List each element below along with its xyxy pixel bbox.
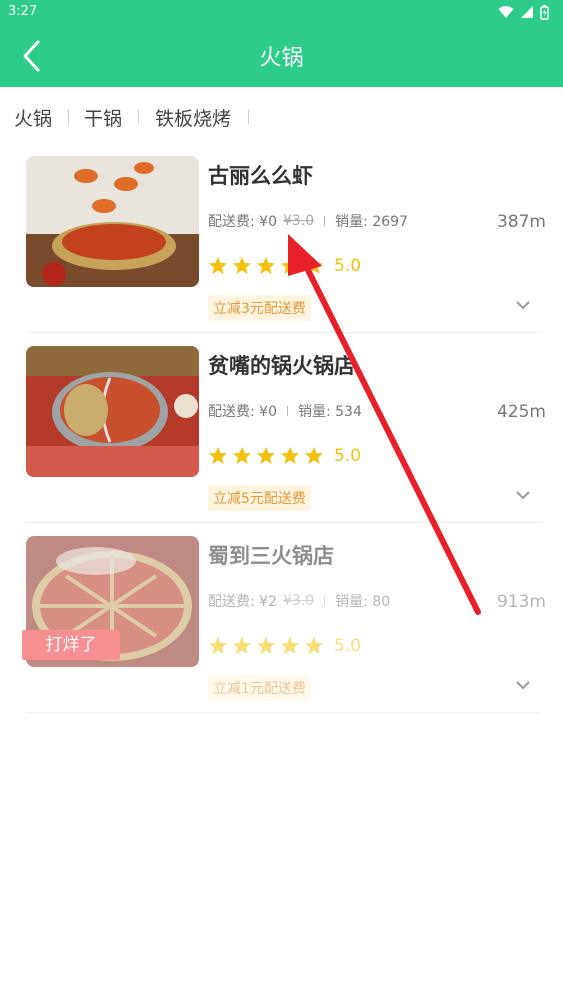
distance: 425m xyxy=(496,402,546,422)
star-icon xyxy=(281,447,299,464)
sales-count: 销量: 534 xyxy=(297,404,362,420)
delivery-fee: 配送费: ¥0 xyxy=(208,214,277,230)
chevron-down-icon[interactable] xyxy=(514,296,532,314)
shop-card[interactable]: 古丽么么虾 配送费: ¥0 ¥3.0 销量: 2697 387m 5.0 立减3… xyxy=(26,156,546,333)
chevron-down-icon[interactable] xyxy=(514,676,532,694)
wifi-icon xyxy=(498,6,514,18)
rating-score: 5.0 xyxy=(334,256,362,276)
star-icon xyxy=(305,637,323,654)
shop-card[interactable]: 打烊了 蜀到三火锅店 配送费: ¥2 ¥3.0 销量: 80 913m 5.0 … xyxy=(22,536,546,713)
tab-dry-pot[interactable]: 干锅 xyxy=(84,104,122,131)
meta-divider xyxy=(286,406,288,416)
shop-name: 贫嘴的锅火锅店 xyxy=(208,354,355,378)
star-icon xyxy=(233,447,251,464)
delivery-fee: 配送费: ¥0 xyxy=(208,404,277,420)
star-icon xyxy=(257,447,275,464)
battery-icon xyxy=(540,4,549,20)
status-icons xyxy=(498,4,549,20)
star-icon xyxy=(257,637,275,654)
delivery-fee: 配送费: ¥2 xyxy=(208,594,277,610)
star-icon xyxy=(209,447,227,464)
star-rating: 5.0 xyxy=(208,256,361,276)
status-bar: 3:27 xyxy=(0,0,563,24)
original-delivery-fee: ¥3.0 xyxy=(282,593,315,609)
shop-name: 古丽么么虾 xyxy=(208,164,313,188)
signal-icon xyxy=(521,6,533,18)
star-icon xyxy=(233,257,251,274)
tab-divider xyxy=(138,110,139,124)
star-rating: 5.0 xyxy=(208,446,361,466)
shop-meta: 配送费: ¥0 ¥3.0 销量: 2697 xyxy=(208,211,408,231)
sales-count: 销量: 80 xyxy=(335,594,391,610)
tab-hotpot[interactable]: 火锅 xyxy=(14,104,52,131)
app-bar: 火锅 xyxy=(0,24,563,87)
star-rating: 5.0 xyxy=(208,636,361,656)
star-icon xyxy=(281,257,299,274)
promo-tag: 立减3元配送费 xyxy=(208,295,311,321)
meta-divider xyxy=(324,596,326,606)
tab-divider xyxy=(68,110,69,124)
meta-divider xyxy=(324,216,326,226)
page-title: 火锅 xyxy=(259,46,304,71)
category-tabs: 火锅 干锅 铁板烧烤 xyxy=(0,88,563,144)
tab-divider xyxy=(248,110,249,124)
shop-thumbnail xyxy=(26,156,199,287)
shop-meta: 配送费: ¥0 销量: 534 xyxy=(208,401,362,421)
star-icon xyxy=(305,447,323,464)
shop-meta: 配送费: ¥2 ¥3.0 销量: 80 xyxy=(208,591,390,611)
star-icon xyxy=(305,257,323,274)
star-icon xyxy=(209,257,227,274)
rating-score: 5.0 xyxy=(334,636,362,656)
closed-badge: 打烊了 xyxy=(22,630,120,660)
rating-score: 5.0 xyxy=(334,446,362,466)
promo-tag: 立减1元配送费 xyxy=(208,675,311,701)
tab-teppanyaki-bbq[interactable]: 铁板烧烤 xyxy=(155,104,231,131)
distance: 387m xyxy=(496,212,546,232)
shop-thumbnail xyxy=(26,346,199,477)
original-delivery-fee: ¥3.0 xyxy=(282,213,315,229)
star-icon xyxy=(233,637,251,654)
promo-tag: 立减5元配送费 xyxy=(208,485,311,511)
shop-name: 蜀到三火锅店 xyxy=(208,544,334,568)
chevron-down-icon[interactable] xyxy=(514,486,532,504)
star-icon xyxy=(281,637,299,654)
star-icon xyxy=(257,257,275,274)
shop-card[interactable]: 贫嘴的锅火锅店 配送费: ¥0 销量: 534 425m 5.0 立减5元配送费 xyxy=(26,346,546,523)
star-icon xyxy=(209,637,227,654)
status-time: 3:27 xyxy=(8,4,38,19)
distance: 913m xyxy=(496,592,546,612)
sales-count: 销量: 2697 xyxy=(335,214,408,230)
